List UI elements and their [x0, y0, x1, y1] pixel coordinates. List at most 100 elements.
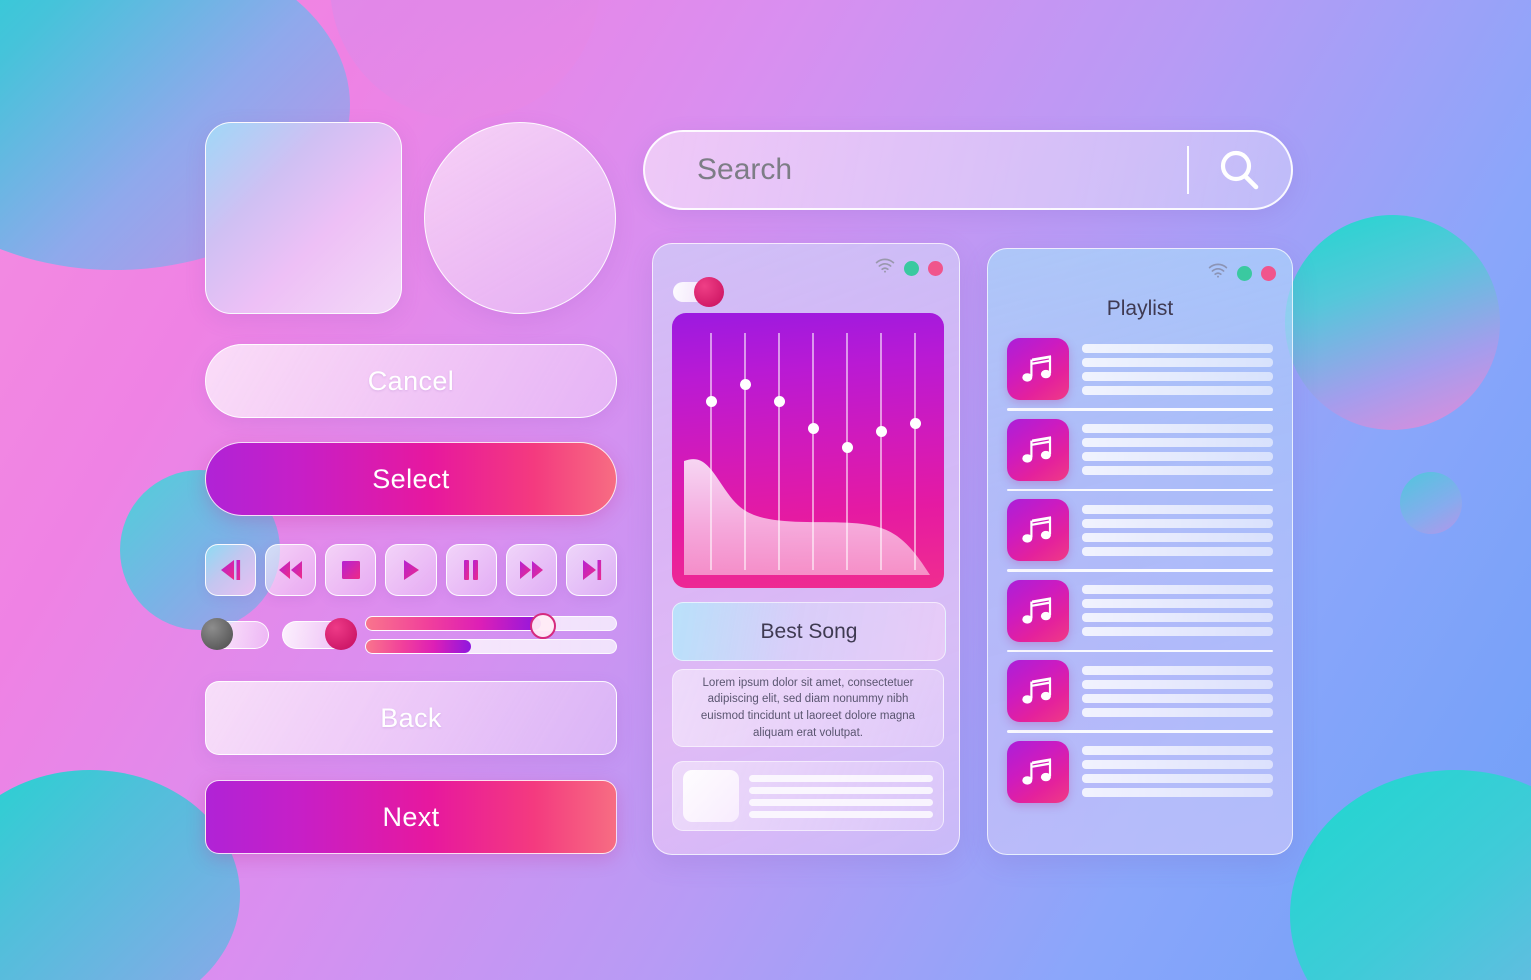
image-placeholder	[683, 770, 739, 822]
placeholder-lines	[749, 774, 933, 818]
toggles-and-sliders	[201, 612, 617, 654]
list-item[interactable]	[1007, 736, 1273, 808]
list-divider	[1007, 569, 1273, 572]
select-button-label: Select	[372, 463, 450, 494]
playlist-rows	[1007, 333, 1273, 808]
placeholder-line	[1082, 424, 1273, 433]
music-note-icon	[1007, 418, 1069, 481]
equalizer-handle[interactable]	[841, 442, 853, 454]
play-icon	[400, 558, 422, 582]
equalizer-panel	[672, 313, 944, 588]
placeholder-line	[749, 786, 933, 794]
list-item[interactable]	[1007, 333, 1273, 405]
equalizer-handle[interactable]	[909, 417, 921, 429]
equalizer-handle[interactable]	[739, 379, 751, 390]
progress-slider-plain[interactable]	[365, 639, 617, 654]
play-button[interactable]	[385, 544, 437, 596]
placeholder-line	[1082, 693, 1273, 703]
placeholder-line	[1082, 466, 1273, 475]
placeholder-line	[1082, 518, 1273, 528]
list-item[interactable]	[1007, 414, 1273, 486]
background-blob-teal-bottomright	[1290, 770, 1531, 980]
next-button[interactable]: Next	[205, 780, 617, 854]
equalizer-handle[interactable]	[807, 423, 819, 434]
equalizer-handle[interactable]	[875, 425, 887, 437]
toggle-on[interactable]	[282, 618, 357, 650]
placeholder-lines	[1082, 343, 1273, 395]
rewind-button[interactable]	[265, 544, 317, 596]
music-note-icon	[1007, 579, 1069, 642]
window-status-bar	[875, 258, 943, 278]
equalizer-handle[interactable]	[773, 395, 785, 407]
slider-group	[365, 612, 617, 654]
toggle-on-knob[interactable]	[325, 618, 357, 650]
info-card[interactable]	[672, 761, 944, 831]
stop-button[interactable]	[325, 544, 377, 596]
placeholder-line	[1082, 385, 1273, 395]
player-power-toggle[interactable]	[673, 277, 724, 307]
circle-placeholder	[424, 122, 616, 314]
rewind-icon	[277, 558, 305, 582]
list-item[interactable]	[1007, 655, 1273, 727]
placeholder-lines	[1082, 424, 1273, 475]
equalizer-handle[interactable]	[705, 395, 717, 407]
back-button[interactable]: Back	[205, 681, 617, 755]
list-divider	[1007, 488, 1273, 491]
placeholder-line	[1082, 760, 1273, 769]
placeholder-line	[1082, 746, 1273, 755]
player-power-toggle-knob[interactable]	[694, 277, 724, 307]
placeholder-line	[1082, 504, 1273, 514]
window-status-bar	[1208, 263, 1276, 283]
placeholder-line	[1082, 585, 1273, 594]
song-title-card[interactable]: Best Song	[672, 602, 946, 661]
placeholder-line	[1082, 452, 1273, 461]
search-input[interactable]: Search	[697, 153, 1187, 187]
placeholder-line	[1082, 599, 1273, 608]
music-player-card: Best Song Lorem ipsum dolor sit amet, co…	[652, 243, 960, 855]
placeholder-line	[749, 798, 933, 806]
slider-fill	[366, 640, 471, 653]
search-bar[interactable]: Search	[643, 130, 1293, 210]
placeholder-lines	[1082, 665, 1273, 717]
red-status-dot	[1261, 265, 1276, 281]
toggle-off[interactable]	[201, 618, 269, 650]
placeholder-line	[1082, 627, 1273, 636]
select-button[interactable]: Select	[205, 442, 617, 516]
placeholder-line	[1082, 357, 1273, 367]
toggle-off-knob[interactable]	[201, 618, 233, 650]
list-divider	[1007, 730, 1273, 733]
placeholder-line	[1082, 788, 1273, 797]
background-blob-pink-top	[330, 0, 600, 120]
green-status-dot	[1237, 265, 1252, 281]
next-track-icon	[578, 558, 604, 582]
list-divider	[1007, 649, 1273, 652]
list-item[interactable]	[1007, 575, 1273, 647]
music-note-icon	[1007, 499, 1069, 561]
playlist-title: Playlist	[1106, 297, 1174, 320]
fast-forward-button[interactable]	[505, 544, 557, 596]
placeholder-line	[1082, 613, 1273, 622]
music-note-icon	[1007, 660, 1069, 722]
cancel-button[interactable]: Cancel	[205, 344, 617, 418]
slider-knob[interactable]	[530, 612, 556, 639]
placeholder-line	[1082, 546, 1273, 556]
rounded-square-placeholder	[205, 122, 402, 314]
media-controls	[205, 544, 617, 596]
placeholder-line	[749, 810, 933, 818]
shape-previews	[205, 122, 617, 314]
song-description-card: Lorem ipsum dolor sit amet, consectetuer…	[672, 669, 944, 747]
fast-forward-icon	[517, 558, 545, 582]
progress-slider-with-knob[interactable]	[365, 612, 617, 639]
background-blob-teal-bottomleft	[0, 770, 240, 980]
cancel-button-label: Cancel	[367, 365, 455, 396]
pause-button[interactable]	[445, 544, 497, 596]
search-icon[interactable]	[1215, 146, 1263, 194]
music-note-icon	[1007, 740, 1069, 803]
green-status-dot	[904, 260, 919, 276]
previous-track-button[interactable]	[205, 544, 257, 596]
wifi-icon	[875, 258, 895, 278]
next-track-button[interactable]	[565, 544, 617, 596]
stop-icon	[340, 559, 362, 581]
list-item[interactable]	[1007, 494, 1273, 566]
pause-icon	[460, 558, 482, 582]
